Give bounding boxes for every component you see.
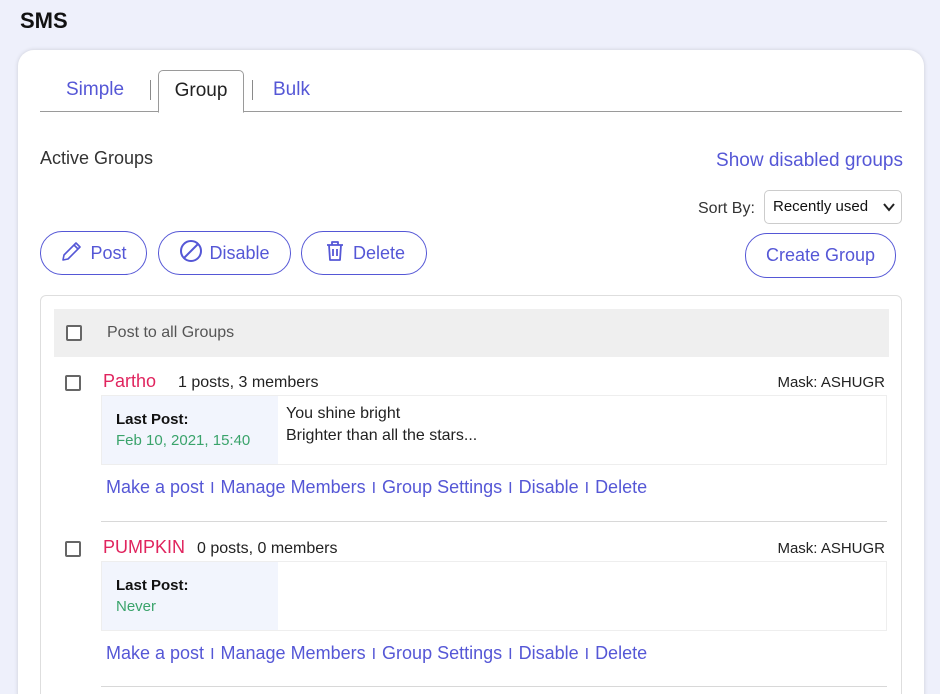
group-meta: 0 posts, 0 members bbox=[197, 540, 338, 557]
show-disabled-groups-link[interactable]: Show disabled groups bbox=[716, 150, 903, 172]
pencil-icon bbox=[60, 239, 84, 268]
disable-button[interactable]: Disable bbox=[158, 231, 291, 275]
action-separator: I bbox=[584, 646, 590, 663]
action-separator: I bbox=[210, 646, 215, 663]
group-actions: Make a post I Manage Members I Group Setting… bbox=[106, 477, 647, 498]
post-to-all-label: Post to all Groups bbox=[107, 324, 235, 341]
create-group-button[interactable]: Create Group bbox=[745, 233, 896, 278]
disable-group-link[interactable]: Disable bbox=[519, 477, 579, 497]
last-post-box: Last Post: Feb 10, 2021, 15:40 You shine… bbox=[101, 395, 887, 465]
group-mask: Mask: ASHUGR bbox=[777, 540, 885, 557]
message-line: Brighter than all the stars... bbox=[286, 427, 478, 444]
group-checkbox[interactable] bbox=[65, 375, 81, 391]
group-list: Post to all Groups Partho 1 posts, 3 mem… bbox=[40, 295, 902, 694]
post-button[interactable]: Post bbox=[40, 231, 147, 275]
last-post-label: Last Post: bbox=[116, 577, 189, 594]
group-name[interactable]: PUMPKIN bbox=[103, 537, 185, 558]
last-post-message: You shine bright Brighter than all the s… bbox=[286, 403, 477, 447]
disable-group-link[interactable]: Disable bbox=[519, 643, 579, 663]
make-post-link[interactable]: Make a post bbox=[106, 477, 204, 497]
divider bbox=[101, 686, 887, 687]
action-separator: I bbox=[584, 480, 590, 497]
group-actions: Make a post I Manage Members I Group Setting… bbox=[106, 643, 647, 664]
delete-button[interactable]: Delete bbox=[301, 231, 427, 275]
action-separator: I bbox=[508, 480, 513, 497]
sort-select[interactable]: Recently used bbox=[764, 190, 902, 224]
delete-button-label: Delete bbox=[352, 242, 406, 263]
post-button-label: Post bbox=[90, 242, 127, 263]
divider bbox=[101, 521, 887, 522]
delete-group-link[interactable]: Delete bbox=[595, 477, 647, 497]
manage-members-link[interactable]: Manage Members bbox=[221, 477, 366, 497]
manage-members-link[interactable]: Manage Members bbox=[221, 643, 366, 663]
chevron-down-icon bbox=[883, 191, 895, 235]
sort-selected-value: Recently used bbox=[773, 198, 869, 215]
last-post-panel: Last Post: Feb 10, 2021, 15:40 bbox=[102, 396, 278, 464]
tab-group[interactable]: Group bbox=[158, 70, 244, 113]
trash-icon bbox=[323, 239, 347, 268]
tab-separator bbox=[150, 80, 151, 100]
delete-group-link[interactable]: Delete bbox=[595, 643, 647, 663]
group-settings-link[interactable]: Group Settings bbox=[382, 477, 502, 497]
tab-separator bbox=[252, 80, 253, 100]
tab-bar: Simple Group Bulk bbox=[40, 70, 902, 113]
disable-icon bbox=[179, 239, 203, 268]
group-settings-link[interactable]: Group Settings bbox=[382, 643, 502, 663]
action-separator: I bbox=[508, 646, 513, 663]
last-post-panel: Last Post: Never bbox=[102, 562, 278, 630]
action-separator: I bbox=[371, 480, 377, 497]
last-post-box: Last Post: Never bbox=[101, 561, 887, 631]
last-post-date: Never bbox=[116, 598, 157, 615]
sms-card: Simple Group Bulk Active Groups Show dis… bbox=[18, 50, 924, 694]
make-post-link[interactable]: Make a post bbox=[106, 643, 204, 663]
group-mask: Mask: ASHUGR bbox=[777, 374, 885, 391]
group-name[interactable]: Partho bbox=[103, 371, 156, 392]
message-line: You shine bright bbox=[286, 405, 401, 422]
last-post-date: Feb 10, 2021, 15:40 bbox=[116, 432, 251, 449]
group-checkbox[interactable] bbox=[65, 541, 81, 557]
sort-by-label: Sort By: bbox=[698, 200, 755, 217]
section-title: Active Groups bbox=[40, 148, 154, 168]
post-to-all-row: Post to all Groups bbox=[54, 309, 889, 357]
app-title: SMS bbox=[20, 8, 68, 33]
post-to-all-checkbox[interactable] bbox=[66, 325, 82, 341]
action-separator: I bbox=[210, 480, 215, 497]
tab-bulk[interactable]: Bulk bbox=[273, 70, 310, 112]
disable-button-label: Disable bbox=[209, 242, 270, 263]
last-post-label: Last Post: bbox=[116, 411, 189, 428]
action-separator: I bbox=[371, 646, 377, 663]
tab-simple[interactable]: Simple bbox=[66, 70, 124, 112]
group-meta: 1 posts, 3 members bbox=[178, 374, 319, 391]
